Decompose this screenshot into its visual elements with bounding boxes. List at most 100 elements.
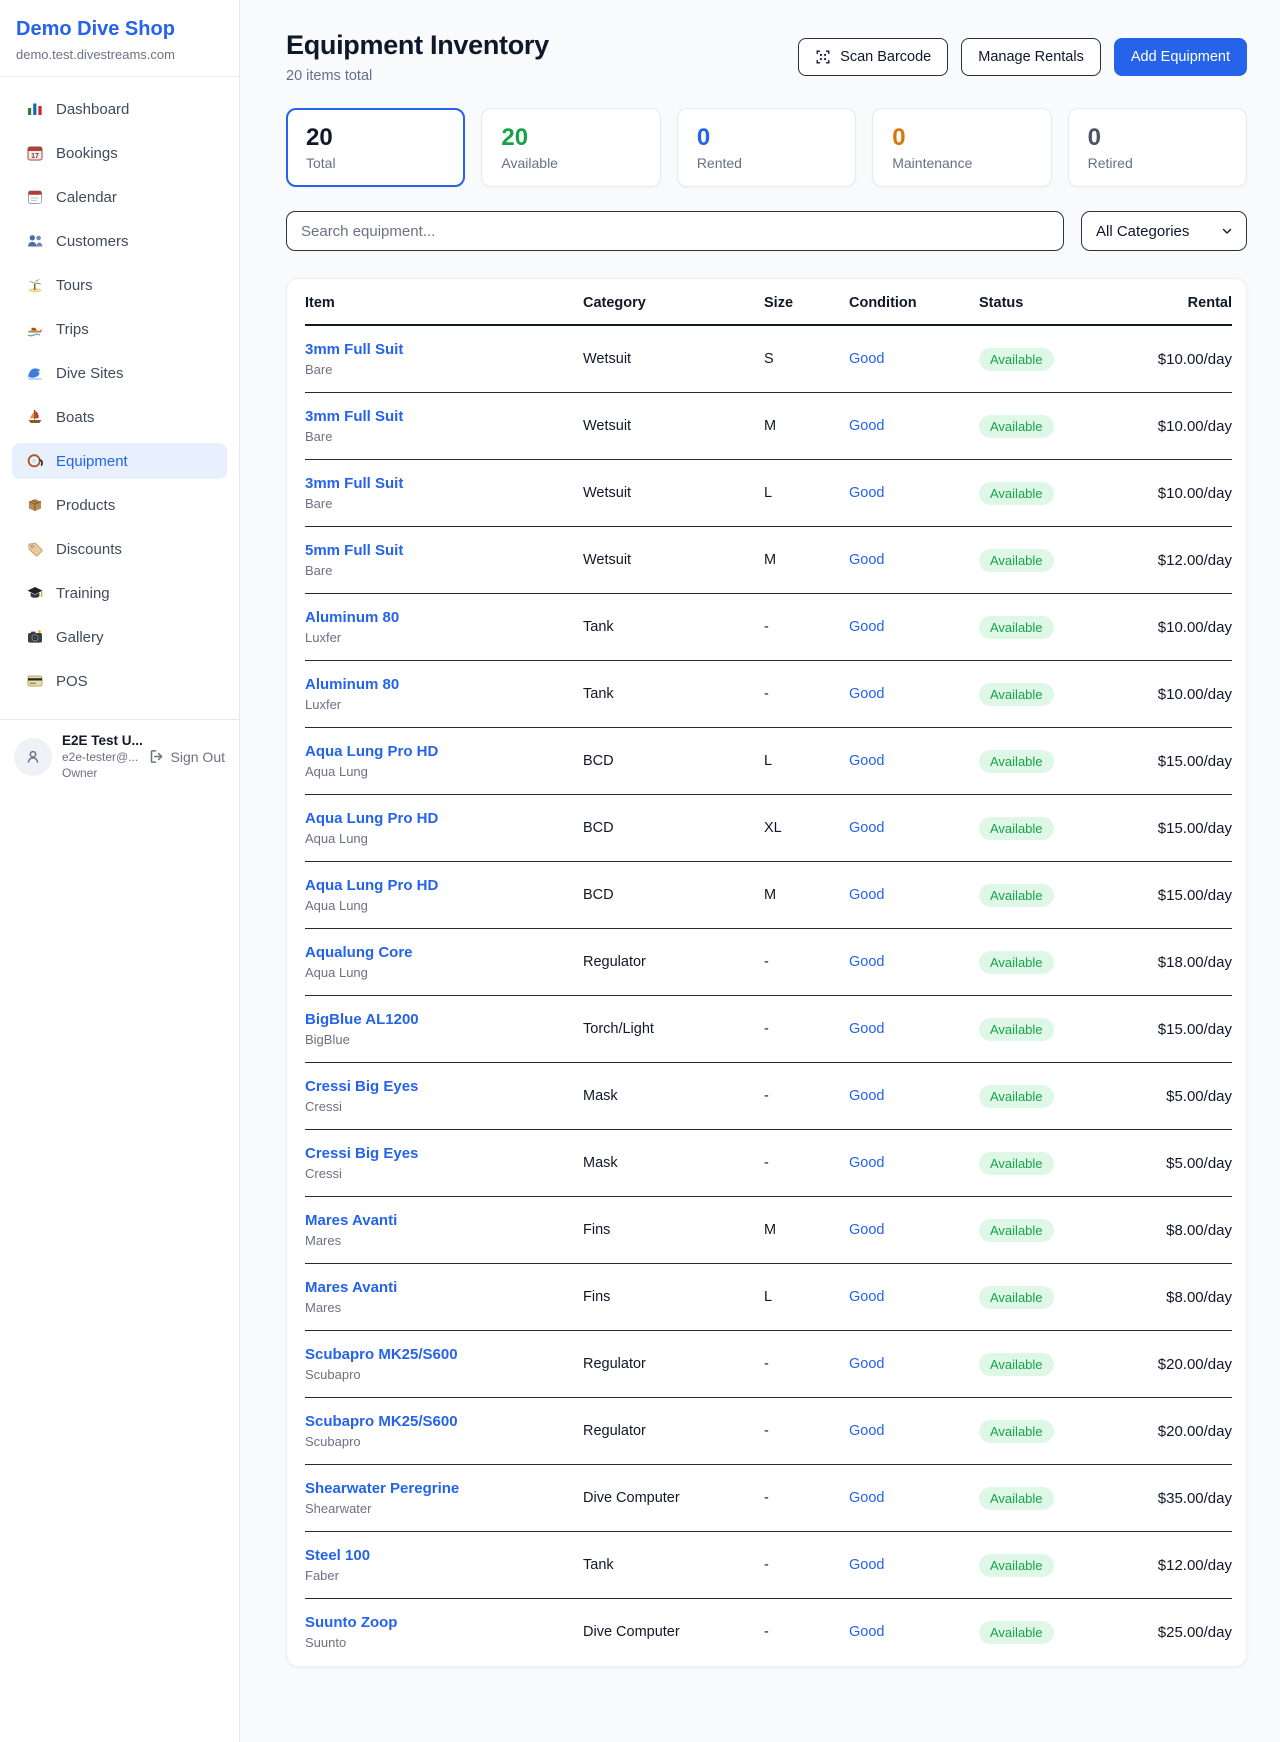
item-name-link[interactable]: Shearwater Peregrine xyxy=(305,1480,459,1497)
item-name-link[interactable]: Scubapro MK25/S600 xyxy=(305,1346,458,1363)
item-name-link[interactable]: 5mm Full Suit xyxy=(305,542,403,559)
sailboat-icon xyxy=(26,408,44,426)
rental-price: $10.00/day xyxy=(1119,485,1232,502)
condition-link[interactable]: Good xyxy=(849,1289,884,1305)
shop-name-link[interactable]: Demo Dive Shop xyxy=(16,18,223,41)
item-name-link[interactable]: Mares Avanti xyxy=(305,1279,397,1296)
condition-link[interactable]: Good xyxy=(849,820,884,836)
sidebar-item-dashboard[interactable]: Dashboard xyxy=(12,91,227,127)
calendar-icon xyxy=(26,188,44,206)
condition-link[interactable]: Good xyxy=(849,1557,884,1573)
item-size: - xyxy=(764,1624,849,1640)
sidebar: Demo Dive Shop demo.test.divestreams.com… xyxy=(0,0,240,1742)
sidebar-item-products[interactable]: Products xyxy=(12,487,227,523)
item-category: Dive Computer xyxy=(583,1490,764,1506)
item-name-link[interactable]: Aqua Lung Pro HD xyxy=(305,743,438,760)
condition-link[interactable]: Good xyxy=(849,1222,884,1238)
dashboard-icon xyxy=(26,100,44,118)
condition-link[interactable]: Good xyxy=(849,418,884,434)
category-select[interactable]: All Categories xyxy=(1081,211,1247,251)
brand-block: Demo Dive Shop demo.test.divestreams.com xyxy=(0,0,239,77)
item-brand: Faber xyxy=(305,1568,583,1583)
item-brand: Aqua Lung xyxy=(305,898,583,913)
item-name-link[interactable]: Cressi Big Eyes xyxy=(305,1078,418,1095)
item-size: - xyxy=(764,954,849,970)
item-category: Wetsuit xyxy=(583,351,764,367)
sidebar-item-dive-sites[interactable]: Dive Sites xyxy=(12,355,227,391)
status-badge: Available xyxy=(979,683,1054,706)
item-category: BCD xyxy=(583,820,764,836)
condition-link[interactable]: Good xyxy=(849,753,884,769)
item-name-link[interactable]: Aluminum 80 xyxy=(305,676,399,693)
sidebar-item-tours[interactable]: Tours xyxy=(12,267,227,303)
condition-link[interactable]: Good xyxy=(849,351,884,367)
condition-link[interactable]: Good xyxy=(849,887,884,903)
table-row: 3mm Full Suit Bare Wetsuit L Good Availa… xyxy=(305,460,1232,527)
stat-label: Available xyxy=(501,155,640,171)
item-name-link[interactable]: Suunto Zoop xyxy=(305,1614,397,1631)
speedboat-icon xyxy=(26,320,44,338)
search-input[interactable] xyxy=(286,211,1064,251)
item-category: Regulator xyxy=(583,954,764,970)
rental-price: $8.00/day xyxy=(1119,1289,1232,1306)
condition-link[interactable]: Good xyxy=(849,552,884,568)
item-name-link[interactable]: Aluminum 80 xyxy=(305,609,399,626)
condition-link[interactable]: Good xyxy=(849,1088,884,1104)
item-name-link[interactable]: BigBlue AL1200 xyxy=(305,1011,419,1028)
item-name-link[interactable]: Cressi Big Eyes xyxy=(305,1145,418,1162)
sidebar-item-pos[interactable]: POS xyxy=(12,663,227,699)
sidebar-item-customers[interactable]: Customers xyxy=(12,223,227,259)
condition-link[interactable]: Good xyxy=(849,485,884,501)
item-name-link[interactable]: Scubapro MK25/S600 xyxy=(305,1413,458,1430)
user-email: e2e-tester@... xyxy=(62,750,138,764)
item-name-link[interactable]: Mares Avanti xyxy=(305,1212,397,1229)
item-name-link[interactable]: 3mm Full Suit xyxy=(305,475,403,492)
sign-out-button[interactable]: Sign Out xyxy=(148,748,225,765)
item-brand: Cressi xyxy=(305,1166,583,1181)
stat-card-retired[interactable]: 0 Retired xyxy=(1068,108,1247,187)
sign-out-label: Sign Out xyxy=(171,749,225,765)
item-size: M xyxy=(764,418,849,434)
sidebar-item-bookings[interactable]: 17 Bookings xyxy=(12,135,227,171)
price-tag-icon xyxy=(26,540,44,558)
user-box: E2E Test U... e2e-tester@... Owner Sign … xyxy=(0,719,239,793)
sidebar-item-training[interactable]: Training xyxy=(12,575,227,611)
condition-link[interactable]: Good xyxy=(849,1423,884,1439)
item-name-link[interactable]: Aqualung Core xyxy=(305,944,413,961)
item-name-link[interactable]: Steel 100 xyxy=(305,1547,370,1564)
sidebar-item-calendar[interactable]: Calendar xyxy=(12,179,227,215)
sidebar-item-gallery[interactable]: Gallery xyxy=(12,619,227,655)
page-title: Equipment Inventory xyxy=(286,30,549,61)
user-name: E2E Test U... xyxy=(62,733,138,748)
sidebar-item-trips[interactable]: Trips xyxy=(12,311,227,347)
status-badge: Available xyxy=(979,1018,1054,1041)
condition-link[interactable]: Good xyxy=(849,1021,884,1037)
item-name-link[interactable]: 3mm Full Suit xyxy=(305,341,403,358)
condition-link[interactable]: Good xyxy=(849,954,884,970)
condition-link[interactable]: Good xyxy=(849,1624,884,1640)
condition-link[interactable]: Good xyxy=(849,619,884,635)
status-badge: Available xyxy=(979,750,1054,773)
sidebar-item-discounts[interactable]: Discounts xyxy=(12,531,227,567)
scan-barcode-button[interactable]: Scan Barcode xyxy=(798,38,948,76)
status-badge: Available xyxy=(979,1085,1054,1108)
condition-link[interactable]: Good xyxy=(849,1356,884,1372)
item-name-link[interactable]: Aqua Lung Pro HD xyxy=(305,810,438,827)
stat-card-available[interactable]: 20 Available xyxy=(481,108,660,187)
condition-link[interactable]: Good xyxy=(849,1490,884,1506)
item-name-link[interactable]: Aqua Lung Pro HD xyxy=(305,877,438,894)
item-name-link[interactable]: 3mm Full Suit xyxy=(305,408,403,425)
condition-link[interactable]: Good xyxy=(849,686,884,702)
stat-card-total[interactable]: 20 Total xyxy=(286,108,465,187)
stat-card-rented[interactable]: 0 Rented xyxy=(677,108,856,187)
item-size: - xyxy=(764,686,849,702)
stat-card-maintenance[interactable]: 0 Maintenance xyxy=(872,108,1051,187)
manage-rentals-button[interactable]: Manage Rentals xyxy=(961,38,1101,76)
item-brand: Cressi xyxy=(305,1099,583,1114)
condition-link[interactable]: Good xyxy=(849,1155,884,1171)
sidebar-item-equipment[interactable]: Equipment xyxy=(12,443,227,479)
svg-text:17: 17 xyxy=(31,153,39,160)
sidebar-item-label: Equipment xyxy=(56,453,128,470)
add-equipment-button[interactable]: Add Equipment xyxy=(1114,38,1247,76)
sidebar-item-boats[interactable]: Boats xyxy=(12,399,227,435)
